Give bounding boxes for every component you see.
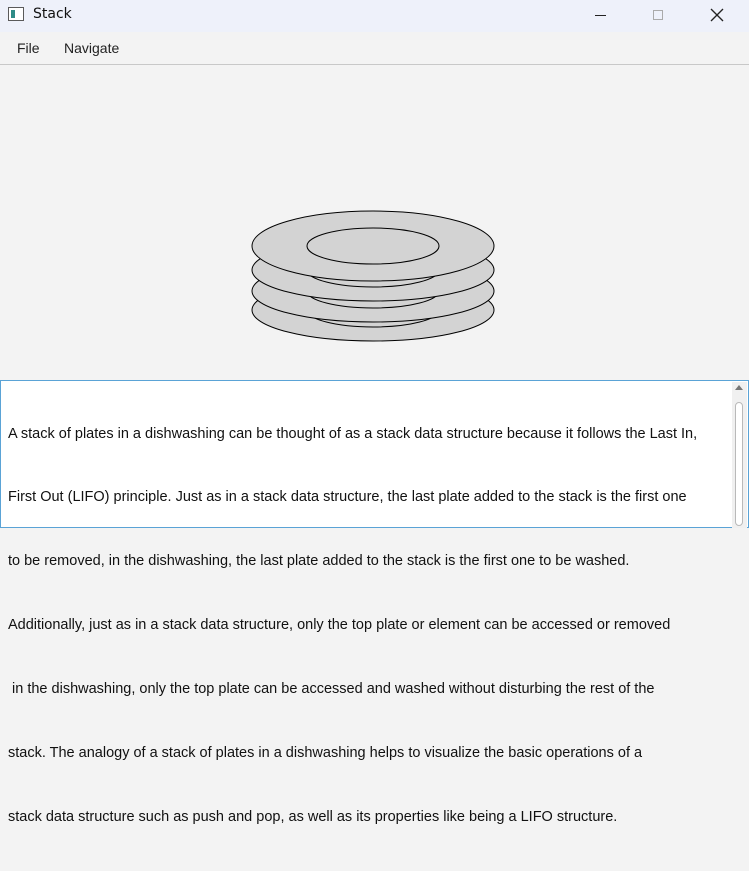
- description-line: First Out (LIFO) principle. Just as in a…: [8, 489, 687, 506]
- maximize-button[interactable]: [635, 0, 681, 30]
- maximize-icon: [653, 10, 663, 20]
- close-button[interactable]: [694, 0, 740, 30]
- description-text: A stack of plates in a dishwashing can b…: [8, 381, 723, 871]
- window-title: Stack: [33, 6, 72, 22]
- menu-file[interactable]: File: [17, 40, 40, 56]
- scroll-thumb[interactable]: [735, 402, 743, 526]
- plates-canvas: [0, 65, 749, 380]
- app-icon: [8, 7, 24, 21]
- description-line: stack data structure such as push and po…: [8, 808, 618, 825]
- description-text-area[interactable]: A stack of plates in a dishwashing can b…: [0, 380, 749, 825]
- vertical-scrollbar[interactable]: [732, 382, 747, 528]
- plate-stack-illustration: [251, 210, 495, 342]
- scroll-up-arrow-icon[interactable]: [735, 385, 743, 390]
- menu-navigate[interactable]: Navigate: [64, 40, 119, 56]
- minimize-button[interactable]: [577, 0, 623, 30]
- minimize-icon: [594, 14, 606, 16]
- menu-bar: File Navigate: [0, 32, 749, 65]
- description-line: A stack of plates in a dishwashing can b…: [8, 425, 698, 442]
- description-line: Additionally, just as in a stack data st…: [8, 617, 671, 634]
- plate-top: [251, 210, 495, 282]
- description-line: to be removed, in the dishwashing, the l…: [8, 553, 630, 570]
- description-line: stack. The analogy of a stack of plates …: [8, 745, 643, 762]
- close-icon: [710, 8, 724, 22]
- description-line: in the dishwashing, only the top plate c…: [8, 681, 655, 698]
- title-bar: Stack: [0, 0, 749, 32]
